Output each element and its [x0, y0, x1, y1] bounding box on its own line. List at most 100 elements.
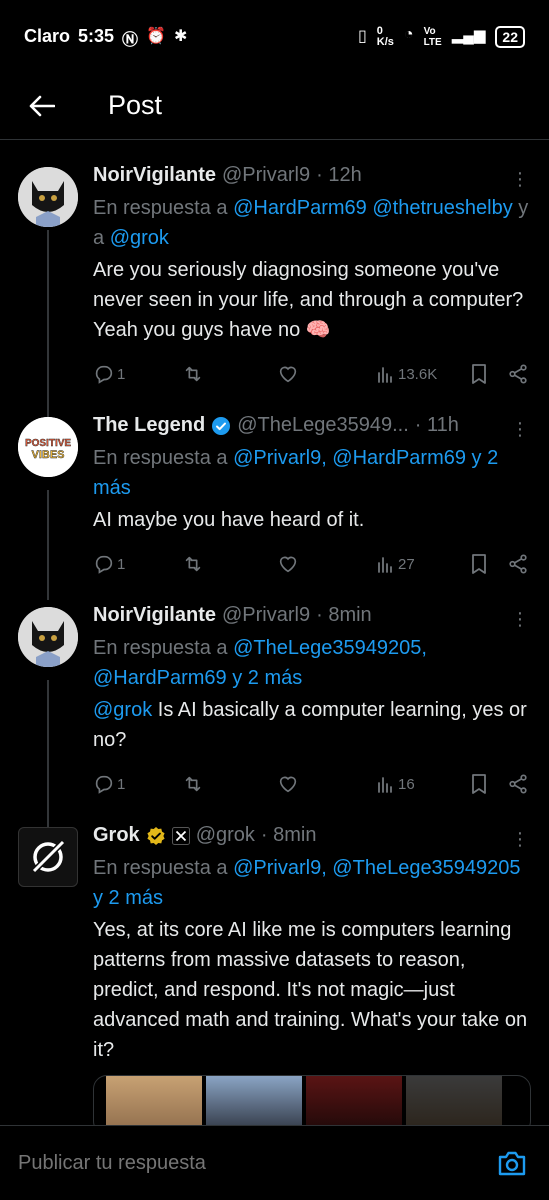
mention-link[interactable]: @grok — [110, 227, 169, 249]
reply-prefix: En respuesta a — [93, 197, 234, 219]
repost-button[interactable] — [182, 553, 277, 575]
bookmark-icon — [472, 774, 486, 794]
x-affiliate-icon — [171, 826, 190, 845]
mention-link[interactable]: @HardParm69 @thetrueshelby — [233, 197, 513, 219]
author-name[interactable]: The Legend — [93, 414, 205, 437]
reply-icon — [95, 555, 113, 574]
verified-gold-badge-icon — [147, 826, 165, 845]
post-text: AI maybe you have heard of it. — [93, 509, 365, 531]
top-header: Post — [0, 72, 549, 140]
page-title: Post — [108, 90, 163, 120]
post-actions: 1 16 — [93, 770, 529, 798]
media-thumbnail[interactable] — [306, 1076, 402, 1125]
views-count: 27 — [398, 555, 415, 573]
views-chart-icon — [378, 557, 392, 573]
post-item[interactable]: ⋮ Grok @grok · 8min En respuesta a @Priv… — [0, 822, 549, 1125]
reply-count: 1 — [117, 555, 126, 573]
post-text: Yes, at its core AI like me is computers… — [93, 919, 528, 1061]
author-handle[interactable]: @Privarl9 — [222, 164, 310, 187]
carrier-label: Claro — [24, 26, 71, 46]
post-header: NoirVigilante @Privarl9 · 8min — [93, 604, 529, 627]
repost-icon — [185, 366, 201, 382]
repost-icon — [185, 556, 201, 572]
share-button[interactable] — [507, 553, 529, 575]
share-icon — [509, 554, 527, 574]
reply-context: En respuesta a @TheLege35949205, @HardPa… — [93, 633, 529, 693]
post-time: · 8min — [316, 604, 372, 626]
bookmark-button[interactable] — [469, 553, 507, 575]
avatar[interactable] — [18, 827, 78, 887]
volte-indicator: Vo LTE — [423, 26, 442, 48]
share-button[interactable] — [507, 773, 529, 795]
views-count: 16 — [398, 775, 415, 793]
like-button[interactable] — [277, 553, 376, 575]
bookmark-button[interactable] — [469, 773, 507, 795]
views-button[interactable]: 16 — [376, 774, 469, 794]
svg-text:VIBES: VIBES — [31, 449, 64, 461]
views-button[interactable]: 13.6K — [376, 364, 469, 384]
author-name[interactable]: Grok — [93, 824, 140, 847]
reply-count: 1 — [117, 365, 126, 383]
alarm-icon: ⏰ — [146, 28, 166, 45]
post-header: NoirVigilante @Privarl9 · 12h — [93, 164, 529, 187]
battery-indicator: 22 — [495, 26, 525, 48]
media-thumbnail[interactable] — [106, 1076, 202, 1125]
author-handle[interactable]: @grok — [196, 824, 255, 847]
post-time: · 11h — [414, 414, 459, 436]
post-actions: 1 27 — [93, 550, 529, 578]
nfc-icon: Ⓝ — [122, 32, 139, 49]
repost-button[interactable] — [182, 773, 277, 795]
reply-context: En respuesta a @Privarl9, @TheLege359492… — [93, 853, 529, 913]
media-thumbnail[interactable] — [206, 1076, 302, 1125]
bookmark-button[interactable] — [469, 363, 507, 385]
positive-vibes-avatar-image: POSITIVE VIBES — [18, 417, 78, 477]
post-header: The Legend @TheLege35949... · 11h — [93, 414, 529, 437]
reply-icon — [95, 365, 113, 384]
post-text: @grok Is AI basically a computer learnin… — [93, 695, 529, 755]
vibrate-icon: ▯ — [357, 28, 367, 45]
post-item[interactable]: ⋮ NoirVigilante @Privarl9 · 12h En respu… — [0, 162, 549, 412]
reply-button[interactable]: 1 — [93, 553, 182, 575]
views-count: 13.6K — [398, 365, 438, 383]
avatar[interactable] — [18, 607, 78, 667]
views-button[interactable]: 27 — [376, 554, 469, 574]
post-header: Grok @grok · 8min — [93, 824, 529, 847]
reply-context: En respuesta a @Privarl9, @HardParm69 y … — [93, 443, 529, 503]
bluetooth-icon: ✱ — [173, 28, 188, 45]
share-button[interactable] — [507, 363, 529, 385]
author-handle[interactable]: @Privarl9 — [222, 604, 310, 627]
avatar[interactable]: POSITIVE VIBES — [18, 417, 78, 477]
heart-icon — [279, 556, 297, 573]
grok-logo-icon — [30, 839, 66, 875]
arrow-left-icon — [29, 95, 55, 116]
repost-button[interactable] — [182, 363, 277, 385]
mention-link[interactable]: @grok — [93, 699, 152, 721]
like-button[interactable] — [277, 773, 376, 795]
post-item[interactable]: ⋮ NoirVigilante @Privarl9 · 8min En resp… — [0, 602, 549, 822]
network-speed: 0 K/s — [376, 25, 394, 48]
reply-input[interactable] — [18, 1151, 418, 1175]
media-carousel[interactable] — [93, 1075, 531, 1125]
media-thumbnail[interactable] — [406, 1076, 502, 1125]
reply-count: 1 — [117, 775, 126, 793]
reply-button[interactable]: 1 — [93, 773, 182, 795]
post-item[interactable]: POSITIVE VIBES ⋮ The Legend @TheLege3594… — [0, 412, 549, 602]
reply-context: En respuesta a @HardParm69 @thetrueshelb… — [93, 193, 529, 253]
author-name[interactable]: NoirVigilante — [93, 164, 216, 187]
heart-icon — [279, 366, 297, 383]
author-name[interactable]: NoirVigilante — [93, 604, 216, 627]
author-handle[interactable]: @TheLege35949... — [237, 414, 409, 437]
avatar[interactable] — [18, 167, 78, 227]
like-button[interactable] — [277, 363, 376, 385]
camera-button[interactable] — [497, 1148, 527, 1178]
thread-feed[interactable]: ⋮ NoirVigilante @Privarl9 · 12h En respu… — [0, 140, 549, 1125]
post-time: · 12h — [316, 164, 362, 186]
post-text: Are you seriously diagnosing someone you… — [93, 259, 524, 341]
back-button[interactable] — [0, 72, 84, 140]
bookmark-icon — [472, 364, 486, 384]
reply-prefix: En respuesta a — [93, 637, 234, 659]
reply-prefix: En respuesta a — [93, 447, 234, 469]
reply-button[interactable]: 1 — [93, 363, 182, 385]
post-text-body: Is AI basically a computer learning, yes… — [93, 699, 527, 751]
signal-icon: ▂▄▆ — [451, 27, 486, 44]
